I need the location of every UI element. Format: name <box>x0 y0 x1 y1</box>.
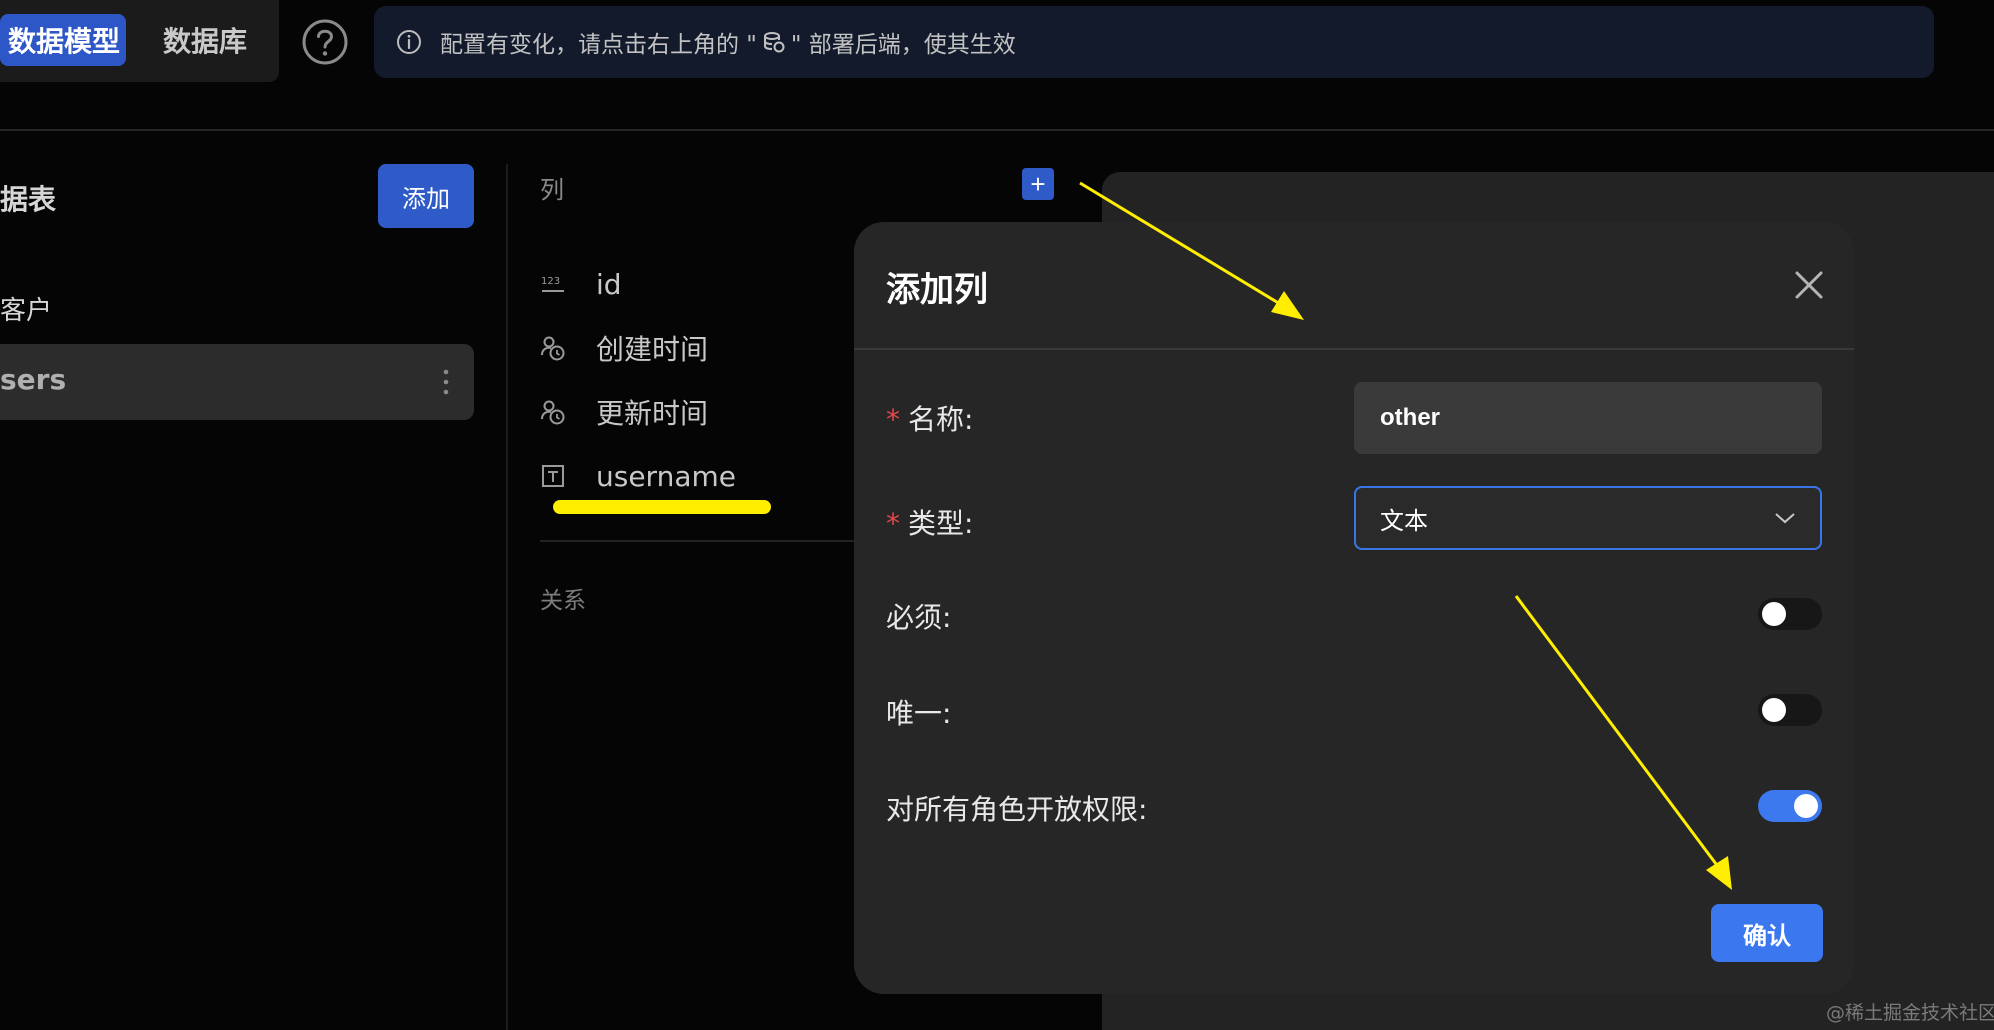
field-name: id <box>596 267 622 301</box>
field-name: username <box>596 459 736 493</box>
name-label: * 名称: <box>886 403 974 436</box>
chevron-down-icon <box>1775 513 1795 524</box>
field-row-username[interactable]: username <box>540 454 736 498</box>
required-mark: * <box>886 507 900 540</box>
sidebar-group-label: 客户 <box>0 296 53 326</box>
unique-toggle[interactable] <box>1758 694 1822 726</box>
username-highlight-annotation <box>553 500 771 514</box>
dialog-title: 添加列 <box>886 270 988 310</box>
help-icon[interactable] <box>301 18 349 66</box>
updated-time-icon <box>541 400 565 425</box>
field-row-updated-time[interactable]: 更新时间 <box>540 390 708 434</box>
tab-data-model[interactable]: 数据模型 <box>0 14 126 66</box>
tables-heading: 据表 <box>0 183 57 216</box>
column-type-select[interactable]: 文本 <box>1354 486 1822 550</box>
open-permissions-toggle[interactable] <box>1758 790 1822 822</box>
config-change-notice: 配置有变化，请点击右上角的 " " 部署后端，使其生效 <box>374 6 1934 78</box>
more-options-icon[interactable] <box>442 368 450 396</box>
toggle-knob <box>1762 602 1786 626</box>
tab-database[interactable]: 数据库 <box>150 14 260 66</box>
sidebar-item-users[interactable]: sers <box>0 344 474 420</box>
sidebar-item-label: sers <box>0 363 67 396</box>
add-column-button[interactable]: + <box>1022 168 1054 200</box>
header-divider <box>0 129 1994 131</box>
notice-text-before: 配置有变化，请点击右上角的 " <box>440 32 757 58</box>
confirm-button[interactable]: 确认 <box>1711 904 1823 962</box>
toggle-knob <box>1794 794 1818 818</box>
created-time-icon <box>541 336 565 361</box>
field-name: 创建时间 <box>596 333 709 366</box>
dialog-divider <box>854 348 1854 350</box>
column-name-input[interactable] <box>1354 382 1822 454</box>
relations-heading: 关系 <box>540 588 586 614</box>
required-mark: * <box>886 403 900 436</box>
required-label: 必须: <box>886 601 952 634</box>
model-tab-group: 数据模型 数据库 <box>0 0 279 82</box>
field-row-created-time[interactable]: 创建时间 <box>540 326 708 370</box>
columns-divider <box>540 540 854 542</box>
columns-heading: 列 <box>540 176 564 204</box>
notice-text-after: " 部署后端，使其生效 <box>790 32 1016 58</box>
type-label: * 类型: <box>886 507 974 540</box>
sidebar-divider <box>506 164 508 1030</box>
toggle-knob <box>1762 698 1786 722</box>
add-column-dialog: 添加列 *名称: *类型: 文本 必须: 唯一: 对所有角色开放权限: 确认 <box>854 222 1854 994</box>
svg-text:123: 123 <box>541 276 560 287</box>
unique-label: 唯一: <box>886 697 952 730</box>
field-name: 更新时间 <box>596 397 709 430</box>
info-icon <box>397 30 421 54</box>
field-row-id[interactable]: 123 id <box>540 262 622 306</box>
close-icon[interactable] <box>1794 270 1824 300</box>
number-type-icon: 123 <box>541 276 564 292</box>
text-type-icon <box>542 465 564 487</box>
open-permissions-label: 对所有角色开放权限: <box>886 793 1148 826</box>
database-deploy-icon <box>763 32 785 53</box>
required-toggle[interactable] <box>1758 598 1822 630</box>
watermark: @稀土掘金技术社区 <box>1826 1002 1994 1024</box>
selected-type: 文本 <box>1380 506 1428 535</box>
add-table-button[interactable]: 添加 <box>378 164 474 228</box>
